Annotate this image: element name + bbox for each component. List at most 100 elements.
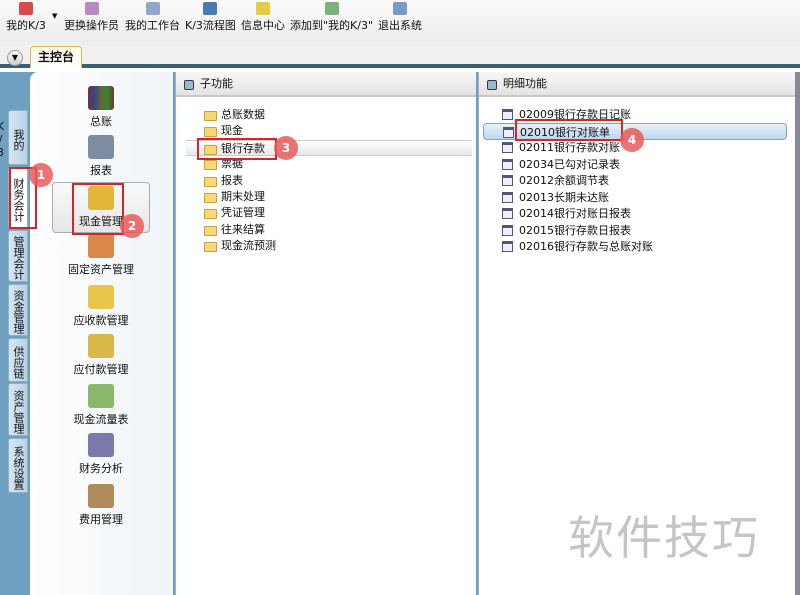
- coins-icon: [88, 334, 114, 358]
- module-payables[interactable]: 应付款管理: [52, 334, 150, 377]
- module-expense-management[interactable]: 费用管理: [52, 484, 150, 527]
- detail-function-item[interactable]: 02016 银行存款与总账对账: [483, 238, 787, 255]
- document-icon: [502, 224, 513, 236]
- folder-icon: [204, 242, 217, 253]
- function-code: 02011: [519, 141, 554, 154]
- function-name: 已勾对记录表: [554, 157, 620, 171]
- vtab-supply-chain[interactable]: 供应链: [8, 338, 28, 382]
- sub-function-item[interactable]: 现金: [186, 123, 472, 139]
- module-fixed-assets[interactable]: 固定资产管理: [52, 234, 150, 277]
- sub-function-item[interactable]: 期末处理: [186, 189, 472, 205]
- edit-icon: [145, 2, 160, 15]
- detail-function-header: 明细功能: [479, 72, 795, 97]
- cash-sheet-icon: [88, 384, 114, 408]
- module-general-ledger[interactable]: 总账: [52, 86, 150, 129]
- my-workbench-button[interactable]: 我的工作台: [125, 2, 180, 33]
- function-name: 银行存款对账: [554, 141, 620, 154]
- sub-function-label: 现金: [221, 124, 243, 138]
- module-receivables[interactable]: 应收款管理: [52, 285, 150, 328]
- watermark: 软件技巧: [568, 511, 760, 565]
- folder-icon: [204, 176, 217, 187]
- detail-function-item[interactable]: 02014 银行对账日报表: [483, 205, 787, 222]
- vtab-system-settings[interactable]: 系统设置: [8, 438, 28, 493]
- document-icon: [502, 241, 513, 252]
- vtab-management-accounting[interactable]: 管理会计: [8, 230, 28, 282]
- annotation-box-3: [197, 138, 277, 160]
- sub-function-item[interactable]: 报表: [186, 173, 472, 189]
- document-icon: [502, 208, 513, 219]
- annotation-badge-2: 2: [120, 214, 144, 238]
- function-name: 银行存款与总账对账: [554, 240, 653, 253]
- my-k3-button[interactable]: 我的K/3: [6, 2, 46, 33]
- folder-icon: [204, 193, 217, 203]
- function-code: 02014: [519, 207, 554, 220]
- folder-icon: [204, 111, 217, 121]
- annotation-box-4: [515, 119, 623, 141]
- document-icon: [502, 158, 513, 170]
- switch-operator-button[interactable]: 更换操作员: [64, 2, 119, 33]
- users-icon: [84, 2, 99, 15]
- function-code: 02016: [519, 240, 554, 253]
- folder-icon: [204, 209, 217, 220]
- function-code: 02012: [519, 174, 554, 187]
- detail-function-item[interactable]: 02034 已勾对记录表: [483, 156, 787, 173]
- dropdown-arrow-icon[interactable]: ▼: [52, 12, 57, 20]
- function-name: 银行存款日报表: [554, 223, 631, 237]
- sub-function-item[interactable]: 往来结算: [186, 222, 472, 238]
- function-code: 02015: [519, 223, 554, 237]
- detail-function-item[interactable]: 02015 银行存款日报表: [483, 222, 787, 239]
- info-center-button[interactable]: 信息中心: [241, 2, 285, 33]
- report-icon: [88, 135, 114, 159]
- module-reports[interactable]: 报表: [52, 135, 150, 178]
- add-note-icon: [324, 2, 339, 15]
- folder-icon: [204, 160, 217, 171]
- detail-function-item[interactable]: 02013 长期未达账: [483, 189, 787, 206]
- sub-function-header: 子功能: [176, 72, 476, 97]
- tab-main-console[interactable]: 主控台: [30, 46, 82, 68]
- vtab-asset-management[interactable]: 资产管理: [8, 383, 28, 436]
- sub-function-label: 现金流预测: [221, 239, 276, 253]
- chat-icon: [256, 2, 270, 15]
- books-icon: [88, 86, 114, 110]
- module-financial-analysis[interactable]: 财务分析: [52, 433, 150, 476]
- toolbar: 我的K/3 ▼ 更换操作员 我的工作台 K/3流程图 信息中心 添加到"我的K/…: [0, 0, 800, 42]
- scrollbar[interactable]: [795, 72, 800, 595]
- folder-icon: [204, 127, 217, 138]
- detail-function-item[interactable]: 02012 余额调节表: [483, 172, 787, 189]
- sub-function-label: 凭证管理: [221, 206, 265, 220]
- flowchart-button[interactable]: K/3流程图: [185, 2, 236, 33]
- sub-function-item[interactable]: 总账数据: [186, 107, 472, 123]
- tab-menu-dropdown[interactable]: ▼: [7, 50, 23, 66]
- money-bag-icon: [88, 285, 114, 309]
- module-cash-flow[interactable]: 现金流量表: [52, 384, 150, 427]
- document-icon: [503, 126, 514, 138]
- annotation-badge-1: 1: [29, 163, 53, 187]
- document-icon: [502, 142, 513, 153]
- document-icon: [502, 109, 513, 120]
- function-code: 02013: [519, 190, 554, 204]
- expense-icon: [88, 484, 114, 508]
- exit-button[interactable]: 退出系统: [378, 2, 422, 33]
- star-icon: [18, 2, 33, 15]
- annotation-box-2: [72, 183, 124, 235]
- vtab-my-k3[interactable]: 我的K/3: [0, 110, 28, 165]
- flowchart-icon: [203, 2, 218, 15]
- sub-function-label: 报表: [221, 173, 243, 187]
- function-name: 银行对账日报表: [554, 207, 631, 220]
- function-name: 长期未达账: [554, 190, 609, 204]
- vtab-fund-management[interactable]: 资金管理: [8, 284, 28, 336]
- exit-icon: [393, 2, 407, 15]
- sub-function-item[interactable]: 凭证管理: [186, 205, 472, 221]
- function-name: 余额调节表: [554, 174, 609, 187]
- document-icon: [502, 191, 513, 203]
- sub-function-item[interactable]: 现金流预测: [186, 238, 472, 254]
- function-code: 02034: [519, 157, 554, 171]
- tab-bar: [0, 42, 800, 68]
- annotation-badge-3: 3: [274, 136, 298, 160]
- document-icon: [502, 175, 513, 186]
- sub-function-label: 期末处理: [221, 190, 265, 203]
- analysis-icon: [88, 433, 114, 457]
- truck-icon: [88, 234, 114, 258]
- add-to-my-k3-button[interactable]: 添加到"我的K/3": [290, 2, 373, 33]
- annotation-badge-4: 4: [620, 128, 644, 152]
